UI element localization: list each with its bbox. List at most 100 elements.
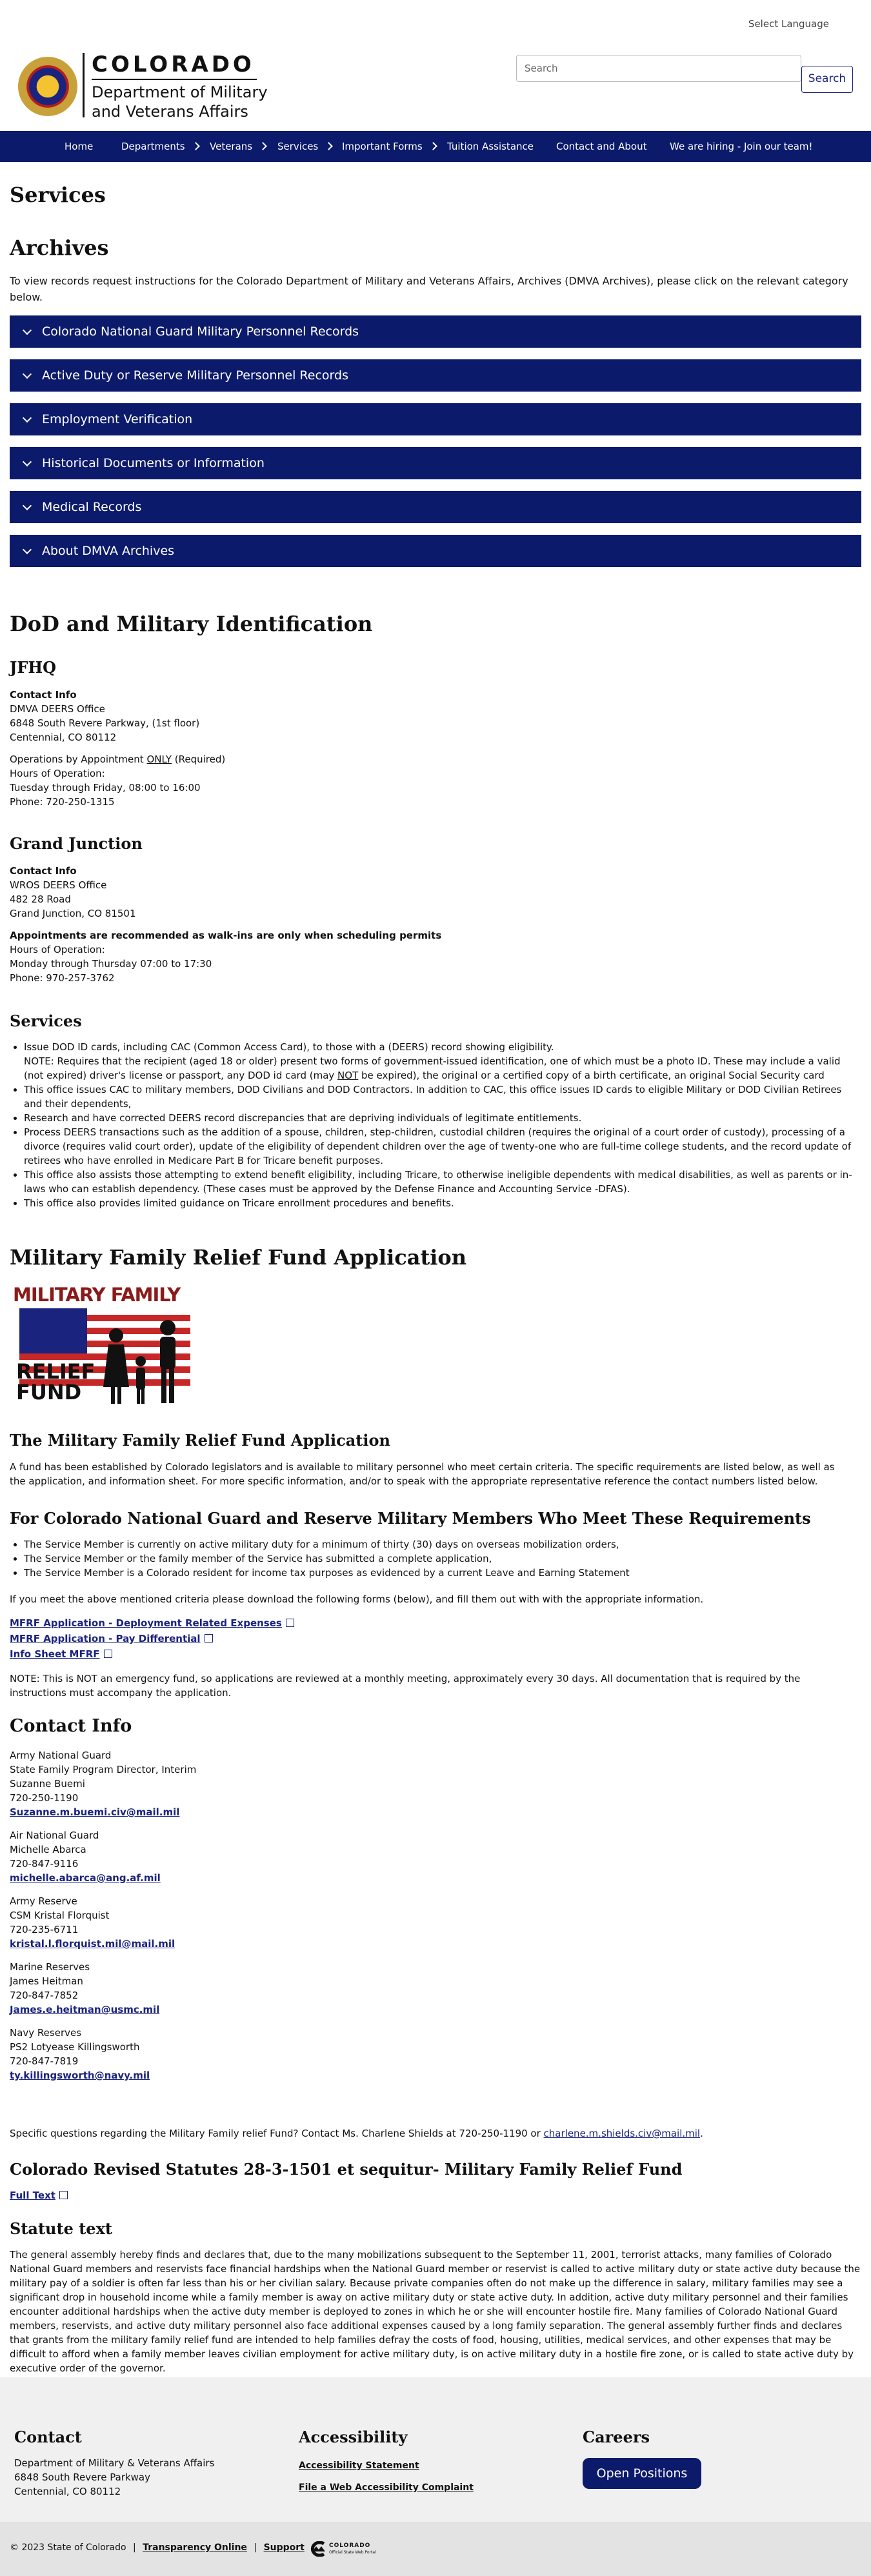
footer-address-line: Centennial, CO 80112: [14, 2486, 121, 2497]
support-link[interactable]: Support: [264, 2542, 305, 2553]
link-mfrf-pay-differential[interactable]: MFRF Application - Pay Differential: [10, 1633, 201, 1644]
mfrf-intro: A fund has been established by Colorado …: [10, 1461, 835, 1487]
accordion-historical-documents[interactable]: Historical Documents or Information: [10, 447, 861, 479]
copyright: © 2023 State of Colorado: [10, 2542, 126, 2553]
address-line: 6848 South Revere Parkway, (1st floor): [10, 717, 200, 729]
contact-line: 720-847-7819: [10, 2055, 79, 2067]
contact-line: Suzanne Buemi: [10, 1778, 85, 1790]
archives-intro: To view records request instructions for…: [10, 275, 848, 303]
contact-line: James Heitman: [10, 1975, 83, 1987]
nav-contact-about[interactable]: Contact and About: [556, 131, 646, 162]
contact-email-link[interactable]: ty.killingsworth@navy.mil: [10, 2070, 150, 2081]
link-mfrf-info-sheet[interactable]: Info Sheet MFRF: [10, 1648, 100, 1660]
contact-email-link[interactable]: kristal.l.florquist.mil@mail.mil: [10, 1938, 175, 1950]
nav-veterans-label: Veterans: [210, 141, 253, 152]
brand-department-line1: Department of Military: [92, 83, 268, 101]
list-item: Process DEERS transactions such as the a…: [24, 1125, 858, 1168]
external-link-icon: [204, 1634, 213, 1642]
contact-line: Navy Reserves: [10, 2027, 82, 2039]
hours-label: Hours of Operation:: [10, 768, 105, 779]
accordion-about-archives[interactable]: About DMVA Archives: [10, 535, 861, 567]
list-item: The Service Member is a Colorado residen…: [24, 1566, 848, 1580]
mfrf-links: MFRF Application - Deployment Related Ex…: [10, 1616, 526, 1661]
logo-relief: RELIEF: [16, 1359, 95, 1384]
questions-email-link[interactable]: charlene.m.shields.civ@mail.mil: [544, 2128, 701, 2139]
list-item: The Service Member or the family member …: [24, 1552, 848, 1566]
nav-veterans[interactable]: Veterans: [210, 131, 267, 162]
footer-address-line: 6848 South Revere Parkway: [14, 2471, 150, 2483]
footer-accessibility-heading: Accessibility: [299, 2428, 408, 2446]
nav-home-label: Home: [65, 141, 94, 152]
contact-info-heading: Contact Info: [10, 1716, 132, 1736]
search-button[interactable]: Search: [801, 66, 853, 93]
accessibility-complaint-link[interactable]: File a Web Accessibility Complaint: [299, 2482, 474, 2493]
chevron-right-icon: [428, 142, 437, 150]
chevron-down-icon: [22, 369, 32, 379]
nav-services-label: Services: [277, 141, 319, 152]
accordion-active-duty-records[interactable]: Active Duty or Reserve Military Personne…: [10, 359, 861, 392]
archives-heading: Archives: [10, 235, 109, 260]
colorado-portal-logo[interactable]: COLORADO Official State Web Portal: [308, 2539, 379, 2562]
service-note: be expired), the original or a certified…: [358, 1070, 825, 1081]
chevron-down-icon: [22, 413, 32, 423]
open-positions-button[interactable]: Open Positions: [583, 2458, 701, 2489]
nav-important-forms[interactable]: Important Forms: [342, 131, 437, 162]
chevron-down-icon: [22, 501, 32, 511]
grand-junction-heading: Grand Junction: [10, 834, 143, 853]
address-line: WROS DEERS Office: [10, 879, 107, 891]
contact-email-link[interactable]: James.e.heitman@usmc.mil: [10, 2004, 159, 2015]
brand-underline: [92, 79, 257, 80]
service-text: Issue DOD ID cards, including CAC (Commo…: [24, 1041, 554, 1053]
contact-line: PS2 Lotyease Killingsworth: [10, 2041, 140, 2053]
nav-services[interactable]: Services: [277, 131, 334, 162]
contact-line: Marine Reserves: [10, 1961, 90, 1973]
site-logo[interactable]: [18, 57, 77, 116]
accordion-cng-records[interactable]: Colorado National Guard Military Personn…: [10, 315, 861, 348]
questions-text: Specific questions regarding the Militar…: [10, 2126, 848, 2141]
contact-line: 720-250-1190: [10, 1792, 79, 1804]
contact-group-army-ng: Army National Guard State Family Program…: [10, 1748, 526, 1819]
ops-line: Operations by Appointment ONLY (Required…: [10, 752, 526, 766]
hours-label: Hours of Operation:: [10, 944, 105, 955]
list-item: The Service Member is currently on activ…: [24, 1537, 848, 1552]
nav-home[interactable]: Home: [65, 131, 93, 162]
main-nav: Home Departments Veterans Services Impor…: [0, 131, 871, 162]
brand-department[interactable]: Department of Military and Veterans Affa…: [92, 83, 268, 121]
family-silhouette: [103, 1320, 175, 1404]
address-line: Grand Junction, CO 81501: [10, 908, 136, 919]
link-mfrf-deployment[interactable]: MFRF Application - Deployment Related Ex…: [10, 1617, 282, 1629]
contact-email-link[interactable]: Suzanne.m.buemi.civ@mail.mil: [10, 1806, 179, 1818]
address-line: Centennial, CO 80112: [10, 732, 117, 743]
hours-value: Monday through Thursday 07:00 to 17:30: [10, 958, 212, 970]
language-selector[interactable]: Select Language: [748, 18, 829, 30]
full-text-link[interactable]: Full Text: [10, 2190, 55, 2201]
footer-bottom-links: © 2023 State of Colorado | Transparency …: [10, 2542, 305, 2553]
contact-email-link[interactable]: michelle.abarca@ang.af.mil: [10, 1872, 161, 1884]
logo-fund: FUND: [16, 1380, 82, 1404]
portal-name: COLORADO: [329, 2542, 371, 2549]
external-link-icon: [103, 1650, 112, 1658]
ops-suffix: (Required): [172, 754, 226, 765]
list-item: This office also provides limited guidan…: [24, 1196, 858, 1210]
nav-departments[interactable]: Departments: [121, 131, 200, 162]
accordion-label: Historical Documents or Information: [42, 456, 265, 470]
contact-line: State Family Program Director, Interim: [10, 1764, 197, 1775]
contact-line: 720-847-7852: [10, 1990, 79, 2001]
flag-canton: [19, 1308, 87, 1353]
footer: [0, 2377, 871, 2522]
phone: Phone: 720-250-1315: [10, 796, 115, 808]
accordion-medical-records[interactable]: Medical Records: [10, 491, 861, 523]
full-text-wrap: Full Text: [10, 2188, 68, 2202]
chevron-right-icon: [259, 142, 267, 150]
list-item: Issue DOD ID cards, including CAC (Commo…: [24, 1040, 858, 1083]
nav-hiring[interactable]: We are hiring - Join our team!: [670, 131, 813, 162]
accordion-employment-verification[interactable]: Employment Verification: [10, 403, 861, 435]
chevron-down-icon: [22, 544, 32, 555]
chevron-right-icon: [325, 142, 334, 150]
accessibility-statement-link[interactable]: Accessibility Statement: [299, 2461, 419, 2471]
colorado-c-logo-icon: [310, 2541, 325, 2557]
nav-tuition-assistance[interactable]: Tuition Assistance: [447, 131, 534, 162]
transparency-link[interactable]: Transparency Online: [143, 2542, 247, 2553]
search-input[interactable]: Search: [516, 55, 801, 82]
phone: Phone: 970-257-3762: [10, 972, 115, 984]
